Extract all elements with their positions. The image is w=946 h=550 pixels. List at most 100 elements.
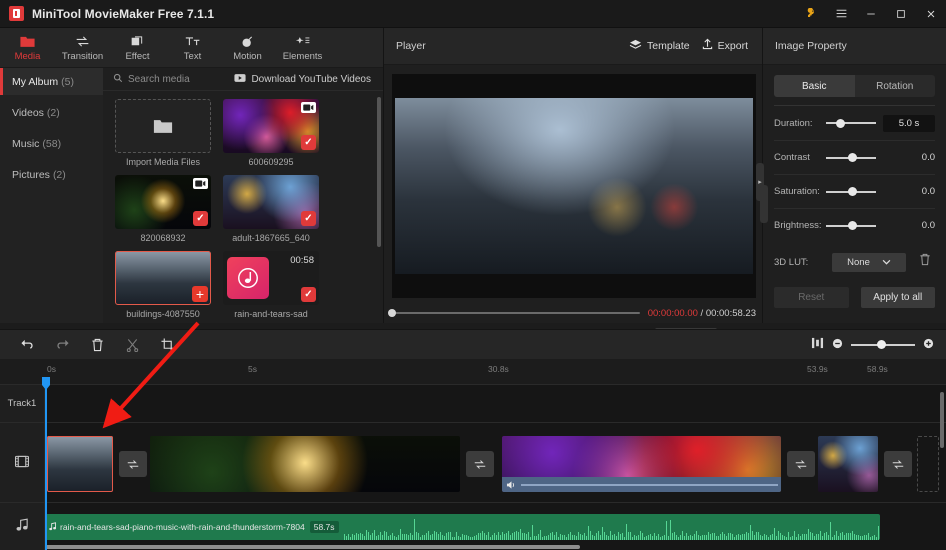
add-to-timeline-icon[interactable]: + xyxy=(192,286,208,302)
license-key-icon[interactable] xyxy=(796,0,826,28)
delete-button[interactable] xyxy=(80,330,115,360)
close-button[interactable] xyxy=(916,0,946,28)
clip-audio-line xyxy=(521,483,778,486)
video-lane[interactable] xyxy=(45,423,946,503)
timeline-zoom-slider[interactable] xyxy=(851,339,915,349)
zoom-thumb[interactable] xyxy=(877,339,886,349)
media-item-buildings-4087550[interactable]: + buildings-4087550 xyxy=(115,251,211,319)
slider-thumb[interactable] xyxy=(848,187,857,196)
transition-slot-4[interactable] xyxy=(884,451,912,477)
brightness-slider[interactable] xyxy=(826,221,876,230)
zoom-out-icon[interactable] xyxy=(832,336,843,354)
toolbar-item-transition[interactable]: Transition xyxy=(55,28,110,68)
toolbar-item-effect[interactable]: Effect xyxy=(110,28,165,68)
seek-bar-row: 00:00:00.00 / 00:00:58.23 xyxy=(388,306,756,320)
property-row-lut: 3D LUT: None xyxy=(774,247,935,277)
download-youtube-button[interactable]: Download YouTube Videos xyxy=(234,70,371,88)
track-header-track1[interactable]: Track1 xyxy=(0,385,44,423)
property-label: Contrast xyxy=(774,152,810,163)
fit-timeline-icon[interactable] xyxy=(811,336,824,354)
export-button[interactable]: Export xyxy=(702,37,748,55)
search-input[interactable]: Search media xyxy=(113,70,190,88)
minimize-button[interactable] xyxy=(856,0,886,28)
track-header-audio[interactable] xyxy=(0,503,44,550)
media-thumbnail[interactable]: ✓ xyxy=(115,175,211,229)
timeline-clip-820068932[interactable] xyxy=(150,436,460,492)
contrast-slider[interactable] xyxy=(826,153,876,162)
timeline-vertical-scrollbar[interactable] xyxy=(940,392,944,448)
duration-slider[interactable] xyxy=(826,118,876,128)
apply-to-all-button[interactable]: Apply to all xyxy=(860,287,935,308)
selected-check-icon[interactable]: ✓ xyxy=(193,211,208,226)
media-scrollbar[interactable] xyxy=(377,97,381,247)
delete-lut-icon[interactable] xyxy=(919,253,931,271)
text-lane[interactable] xyxy=(45,385,946,423)
selected-check-icon[interactable]: ✓ xyxy=(301,287,316,302)
toolbar-label: Elements xyxy=(282,50,323,62)
reset-button[interactable]: Reset xyxy=(774,287,849,308)
timeline-ruler[interactable]: 0s 5s 30.8s 53.9s 58.9s xyxy=(0,359,946,390)
media-item-rain-and-tears[interactable]: 00:58 ✓ rain-and-tears-sad xyxy=(223,251,319,319)
album-item-my-album[interactable]: My Album (5) xyxy=(0,68,103,95)
video-preview[interactable] xyxy=(392,74,756,298)
timeline-toolbar xyxy=(0,329,946,359)
selected-check-icon[interactable]: ✓ xyxy=(301,135,316,150)
selected-check-icon[interactable]: ✓ xyxy=(301,211,316,226)
crop-button[interactable] xyxy=(150,330,185,360)
toolbar-item-text[interactable]: Text xyxy=(165,28,220,68)
toolbar-item-elements[interactable]: Elements xyxy=(275,28,330,68)
zoom-in-icon[interactable] xyxy=(923,336,934,354)
album-item-videos[interactable]: Videos (2) xyxy=(0,99,103,126)
collapse-property-handle[interactable] xyxy=(760,185,768,223)
ruler-tick: 30.8s xyxy=(488,364,509,374)
seek-slider[interactable] xyxy=(388,309,640,317)
timeline-clip-adult-1867665[interactable] xyxy=(818,436,878,492)
toolbar-item-motion[interactable]: Motion xyxy=(220,28,275,68)
lut-select[interactable]: None xyxy=(832,252,906,272)
media-thumbnail[interactable]: ✓ xyxy=(223,175,319,229)
lut-value: None xyxy=(847,256,870,268)
audio-lane[interactable]: rain-and-tears-sad-piano-music-with-rain… xyxy=(45,503,946,550)
media-caption: 600609295 xyxy=(248,157,294,167)
album-item-pictures[interactable]: Pictures (2) xyxy=(0,161,103,188)
saturation-slider[interactable] xyxy=(826,187,876,196)
timeline-clip-600609295[interactable] xyxy=(502,436,781,492)
duration-value[interactable]: 5.0 s xyxy=(883,114,935,132)
import-dropzone[interactable] xyxy=(115,99,211,153)
undo-button[interactable] xyxy=(10,330,45,360)
toolbar-item-media[interactable]: Media xyxy=(0,28,55,68)
media-item-600609295[interactable]: ✓ 600609295 xyxy=(223,99,319,167)
media-thumbnail[interactable]: ✓ xyxy=(223,99,319,153)
media-item-import[interactable]: Import Media Files xyxy=(115,99,211,167)
timeline-horizontal-scrollbar[interactable] xyxy=(45,545,580,549)
album-item-music[interactable]: Music (58) xyxy=(0,130,103,157)
media-toolbar: Search media Download YouTube Videos xyxy=(103,68,383,91)
media-thumbnail[interactable]: 00:58 ✓ xyxy=(223,251,319,305)
transition-slot-3[interactable] xyxy=(787,451,815,477)
transition-slot-1[interactable] xyxy=(119,451,147,477)
maximize-button[interactable] xyxy=(886,0,916,28)
timeline-audio-clip[interactable]: rain-and-tears-sad-piano-music-with-rain… xyxy=(45,514,880,540)
clip-volume-icon[interactable] xyxy=(506,480,517,490)
slider-thumb[interactable] xyxy=(848,153,857,162)
video-type-icon xyxy=(301,102,316,113)
tab-rotation[interactable]: Rotation xyxy=(854,75,935,97)
transition-slot-2[interactable] xyxy=(466,451,494,477)
media-item-adult-1867665-640[interactable]: ✓ adult-1867665_640 xyxy=(223,175,319,243)
seek-thumb[interactable] xyxy=(388,309,396,317)
track-header-video[interactable] xyxy=(0,423,44,503)
slider-thumb[interactable] xyxy=(836,118,845,128)
property-label: Duration: xyxy=(774,117,813,129)
slider-thumb[interactable] xyxy=(848,221,857,230)
media-thumbnail[interactable]: + xyxy=(115,251,211,305)
timeline-clip-buildings[interactable] xyxy=(47,436,113,492)
tab-basic[interactable]: Basic xyxy=(774,75,855,97)
menu-icon[interactable] xyxy=(826,0,856,28)
timeline-empty-slot[interactable] xyxy=(917,436,939,492)
folder-icon xyxy=(20,34,35,49)
split-button[interactable] xyxy=(115,330,150,360)
template-button[interactable]: Template xyxy=(629,37,690,55)
media-item-820068932[interactable]: ✓ 820068932 xyxy=(115,175,211,243)
brightness-value: 0.0 xyxy=(921,220,935,231)
redo-button[interactable] xyxy=(45,330,80,360)
